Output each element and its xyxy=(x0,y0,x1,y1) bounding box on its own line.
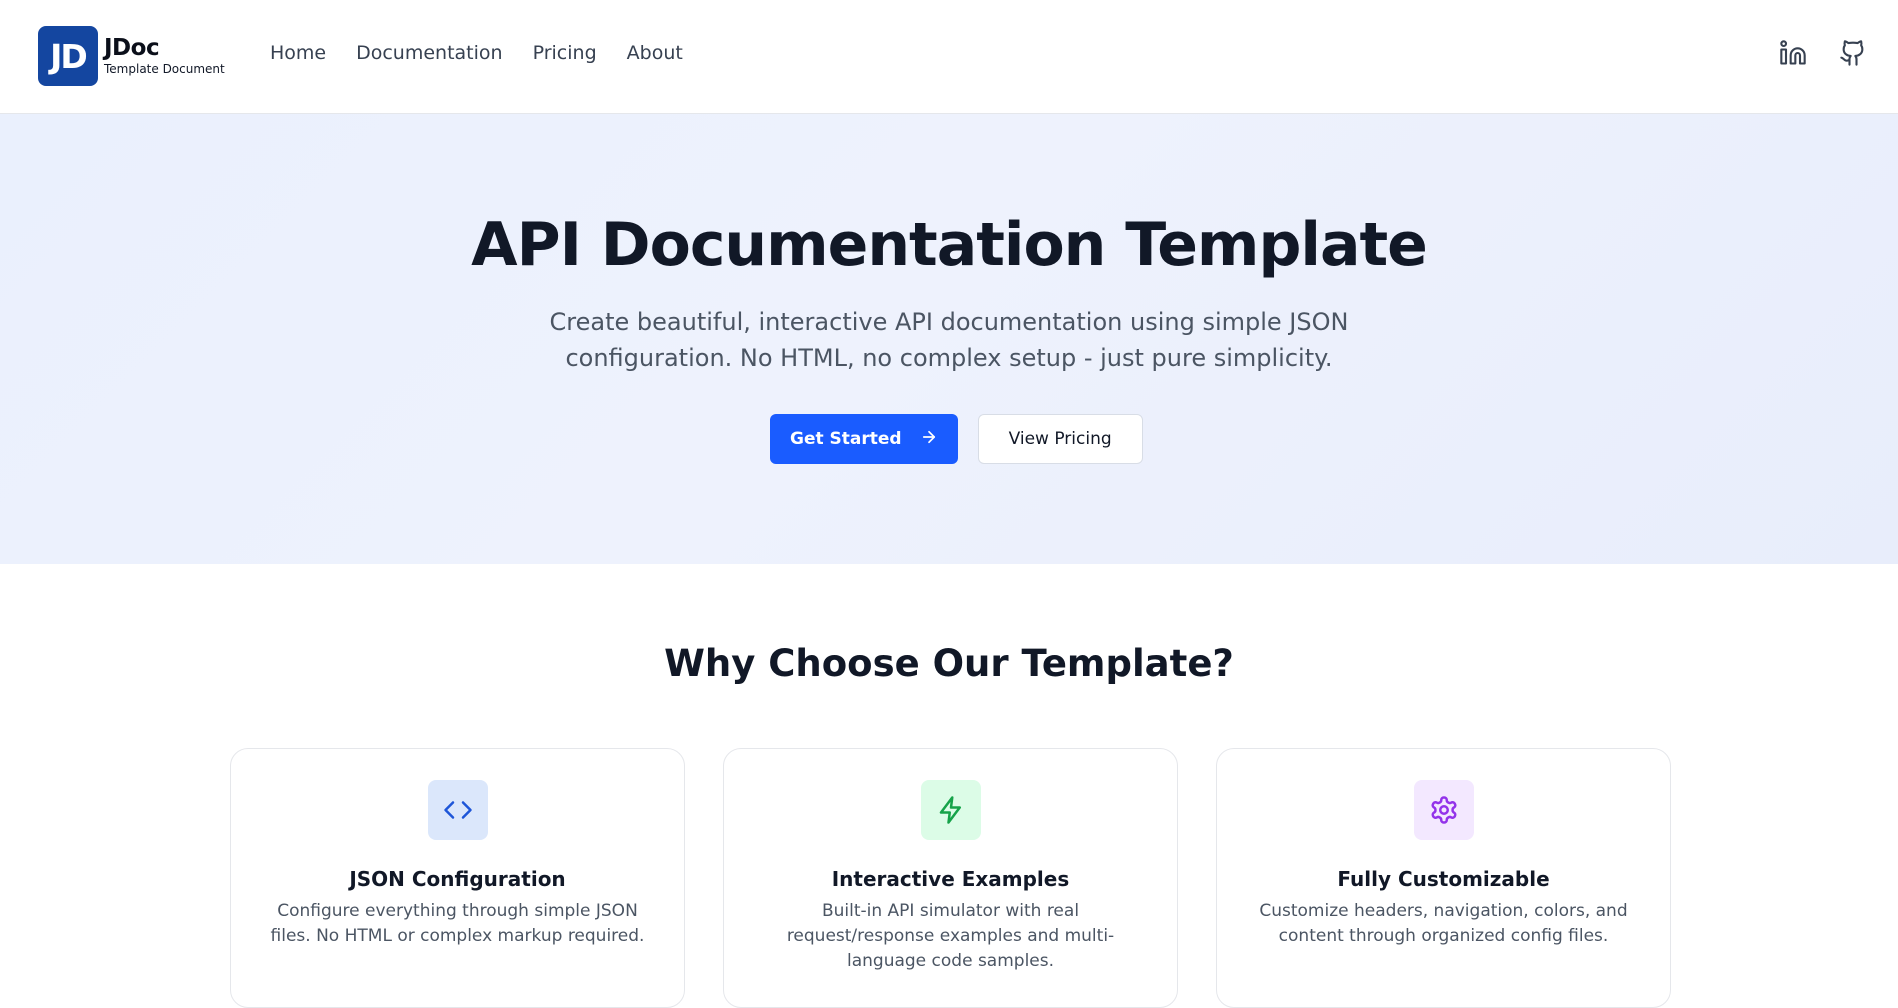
nav-about[interactable]: About xyxy=(627,42,683,64)
hero-section: API Documentation Template Create beauti… xyxy=(0,114,1898,564)
social-links xyxy=(1778,39,1868,72)
view-pricing-button[interactable]: View Pricing xyxy=(977,414,1143,464)
lightning-icon xyxy=(920,780,981,840)
nav-documentation[interactable]: Documentation xyxy=(356,42,502,64)
feature-card-customizable: Fully Customizable Customize headers, na… xyxy=(1216,748,1671,1008)
feature-title: Fully Customizable xyxy=(1337,867,1550,891)
features-title: Why Choose Our Template? xyxy=(664,642,1234,685)
github-link[interactable] xyxy=(1838,39,1868,72)
get-started-label: Get Started xyxy=(790,429,902,449)
hero-title: API Documentation Template xyxy=(471,210,1428,280)
logo-mark: JD xyxy=(38,26,98,86)
feature-card-json: JSON Configuration Configure everything … xyxy=(230,748,685,1008)
nav-home[interactable]: Home xyxy=(270,42,326,64)
feature-description: Customize headers, navigation, colors, a… xyxy=(1259,901,1628,946)
github-icon xyxy=(1839,39,1867,72)
hero-actions: Get Started View Pricing xyxy=(770,414,1143,464)
get-started-button[interactable]: Get Started xyxy=(770,414,958,464)
hero-subtitle: Create beautiful, interactive API docume… xyxy=(549,308,1349,372)
feature-card-interactive: Interactive Examples Built-in API simula… xyxy=(723,748,1178,1008)
logo-tagline: Template Document xyxy=(104,62,225,76)
feature-title: Interactive Examples xyxy=(831,867,1070,891)
logo-text: JDoc Template Document xyxy=(104,35,225,76)
linkedin-link[interactable] xyxy=(1778,39,1808,72)
code-icon xyxy=(427,780,488,840)
feature-description: Configure everything through simple JSON… xyxy=(270,901,645,946)
arrow-right-icon xyxy=(920,428,938,451)
nav-pricing[interactable]: Pricing xyxy=(533,42,597,64)
logo-name: JDoc xyxy=(104,35,160,61)
feature-description: Built-in API simulator with real request… xyxy=(786,901,1115,971)
gear-icon xyxy=(1413,780,1474,840)
linkedin-icon xyxy=(1779,39,1807,72)
main-nav: Home Documentation Pricing About xyxy=(270,42,683,64)
logo-link[interactable]: JD JDoc Template Document xyxy=(38,26,225,86)
site-header: JD JDoc Template Document Home Documenta… xyxy=(0,0,1898,114)
feature-title: JSON Configuration xyxy=(349,867,566,891)
feature-cards: JSON Configuration Configure everything … xyxy=(230,748,1671,1008)
